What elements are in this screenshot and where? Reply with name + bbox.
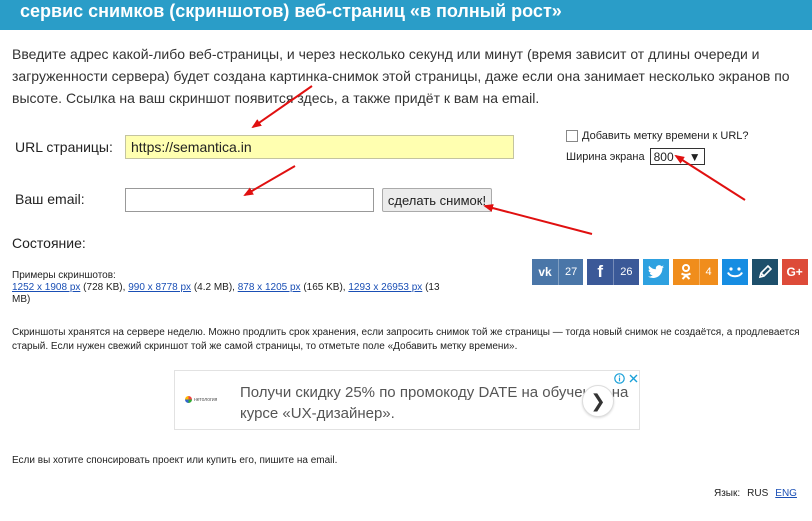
example-size-3: (165 KB) xyxy=(303,282,343,293)
ad-logo: нетология xyxy=(185,396,217,403)
sponsor-text: Если вы хотите спонсировать проект или к… xyxy=(12,455,338,466)
example-link-3[interactable]: 878 x 1205 px xyxy=(238,282,301,293)
share-ok-button[interactable]: 4 xyxy=(672,259,718,285)
twitter-icon xyxy=(643,259,669,285)
email-label: Ваш email: xyxy=(15,191,85,207)
example-size-2: (4.2 MB) xyxy=(193,282,233,293)
share-twitter-button[interactable] xyxy=(642,259,669,285)
page-header: сервис снимков (скриншотов) веб-страниц … xyxy=(0,0,812,30)
example-size-4a: (13 xyxy=(425,282,440,293)
language-eng-link[interactable]: ENG xyxy=(775,488,797,499)
example-size-4b: MB) xyxy=(12,294,31,305)
social-share-bar: vk 27 f 26 4 G+ xyxy=(532,259,808,285)
make-snapshot-button[interactable]: сделать снимок! xyxy=(382,188,492,212)
url-label: URL страницы: xyxy=(15,139,113,155)
example-link-1[interactable]: 1252 x 1908 px xyxy=(12,282,80,293)
ad-text: Получи скидку 25% по промокоду DATE на о… xyxy=(240,384,629,422)
language-label: Язык: xyxy=(714,488,741,499)
timestamp-label: Добавить метку времени к URL? xyxy=(582,130,749,142)
ad-next-button[interactable]: ❯ xyxy=(582,385,614,417)
language-switcher: Язык: RUS ENG xyxy=(714,488,797,499)
share-livejournal-button[interactable] xyxy=(751,259,778,285)
share-google-plus-button[interactable]: G+ xyxy=(781,259,808,285)
moimir-icon xyxy=(722,259,748,285)
share-facebook-button[interactable]: f 26 xyxy=(587,259,639,285)
status-label: Состояние: xyxy=(12,235,86,251)
screen-width-option: Ширина экрана 800 ▼ xyxy=(566,148,705,165)
intro-text: Введите адрес какой-либо веб-страницы, и… xyxy=(12,46,790,106)
vk-icon: vk xyxy=(538,265,552,279)
odnoklassniki-icon xyxy=(673,259,699,285)
url-input[interactable] xyxy=(125,135,514,159)
close-icon[interactable] xyxy=(628,373,639,384)
examples-title: Примеры скриншотов: xyxy=(12,270,116,281)
examples-block: Примеры скриншотов: 1252 x 1908 px (728 … xyxy=(12,270,512,306)
ad-logo-icon xyxy=(185,396,192,403)
adchoices[interactable] xyxy=(614,373,639,384)
share-moimir-button[interactable] xyxy=(721,259,748,285)
ad-logo-text: нетология xyxy=(194,396,218,403)
storage-note: Скриншоты хранятся на сервере неделю. Мо… xyxy=(12,327,800,352)
screen-width-label: Ширина экрана xyxy=(566,150,645,163)
example-link-4[interactable]: 1293 x 26953 px xyxy=(348,282,422,293)
page-title: сервис снимков (скриншотов) веб-страниц … xyxy=(20,1,562,21)
screen-width-select[interactable]: 800 ▼ xyxy=(649,148,705,165)
ad-banner[interactable]: нетология Получи скидку 25% по промокоду… xyxy=(174,370,640,430)
language-current: RUS xyxy=(747,488,769,499)
share-facebook-count: 26 xyxy=(613,259,638,285)
example-link-2[interactable]: 990 x 8778 px xyxy=(128,282,191,293)
chevron-down-icon: ▼ xyxy=(688,149,701,164)
screen-width-value: 800 xyxy=(653,149,674,164)
email-input[interactable] xyxy=(125,188,374,212)
arrow-to-button xyxy=(483,204,593,235)
chevron-right-icon: ❯ xyxy=(590,390,606,411)
pencil-icon xyxy=(752,259,778,285)
timestamp-option[interactable]: Добавить метку времени к URL? xyxy=(566,130,749,142)
info-icon[interactable] xyxy=(614,373,625,384)
facebook-icon: f xyxy=(597,262,604,281)
google-plus-icon: G+ xyxy=(786,265,803,279)
timestamp-checkbox[interactable] xyxy=(566,130,578,142)
share-vk-button[interactable]: vk 27 xyxy=(532,259,584,285)
share-ok-count: 4 xyxy=(698,259,718,285)
example-size-1: (728 KB) xyxy=(83,282,123,293)
share-vk-count: 27 xyxy=(558,259,583,285)
